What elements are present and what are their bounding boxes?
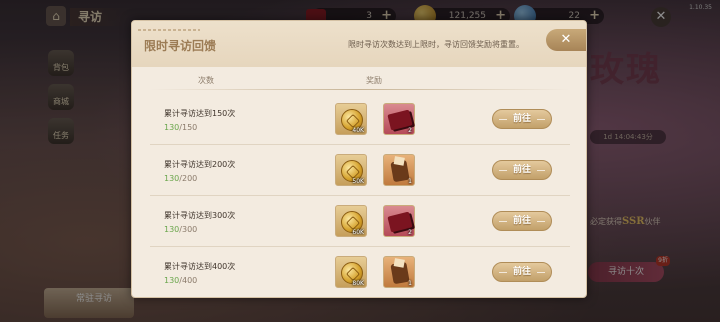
close-icon[interactable]: ✕	[546, 29, 586, 51]
progress-current: 130	[164, 225, 180, 234]
milestone-progress: 130/200	[164, 174, 197, 183]
milestone-label: 累计寻访达到150次	[164, 109, 236, 118]
dialog-hint: 限时寻访次数达到上限时，寻访回馈奖励将重置。	[348, 40, 524, 49]
reward-qty: 80K	[352, 280, 364, 287]
progress-target: /300	[179, 225, 198, 234]
reward-qty: 1	[408, 280, 412, 287]
reward-coin[interactable]: 40K	[335, 103, 367, 135]
progress-current: 130	[164, 123, 180, 132]
go-button[interactable]: 前往	[492, 109, 552, 129]
progress-current: 130	[164, 276, 180, 285]
milestone-progress: 130/300	[164, 225, 197, 234]
reward-qty: 60K	[352, 229, 364, 236]
list-item: 累计寻访达到400次 130/400 80K 1 前往	[150, 248, 570, 297]
reward-coin[interactable]: 80K	[335, 256, 367, 288]
milestone-label: 累计寻访达到300次	[164, 211, 236, 220]
visit-reward-dialog: 限时寻访回馈 限时寻访次数达到上限时，寻访回馈奖励将重置。 ✕ 次数 奖励 累计…	[131, 20, 587, 298]
reward-qty: 1	[408, 178, 412, 185]
go-button[interactable]: 前往	[492, 211, 552, 231]
scroll-pouch-icon	[390, 159, 410, 183]
reward-qty: 2	[408, 127, 412, 134]
progress-target: /200	[179, 174, 198, 183]
reward-coin[interactable]: 50K	[335, 154, 367, 186]
milestone-label: 累计寻访达到200次	[164, 160, 236, 169]
reward-pouch[interactable]: 1	[383, 154, 415, 186]
reward-qty: 2	[408, 229, 412, 236]
reward-qty: 50K	[352, 178, 364, 185]
progress-current: 130	[164, 174, 180, 183]
header-decoration	[138, 29, 200, 31]
header-divider	[150, 89, 570, 90]
milestone-progress: 130/150	[164, 123, 197, 132]
column-header-count: 次数	[198, 76, 214, 85]
list-item: 累计寻访达到150次 130/150 40K 2 前往	[150, 95, 570, 145]
reward-book[interactable]: 2	[383, 103, 415, 135]
dialog-header: 限时寻访回馈 限时寻访次数达到上限时，寻访回馈奖励将重置。 ✕	[132, 21, 586, 67]
reward-book[interactable]: 2	[383, 205, 415, 237]
reward-qty: 40K	[352, 127, 364, 134]
milestone-progress: 130/400	[164, 276, 197, 285]
list-item: 累计寻访达到200次 130/200 50K 1 前往	[150, 146, 570, 196]
reward-coin[interactable]: 60K	[335, 205, 367, 237]
progress-target: /150	[179, 123, 198, 132]
go-button[interactable]: 前往	[492, 160, 552, 180]
column-header-reward: 奖励	[366, 76, 382, 85]
milestone-label: 累计寻访达到400次	[164, 262, 236, 271]
dialog-title: 限时寻访回馈	[144, 39, 217, 53]
progress-target: /400	[179, 276, 198, 285]
scroll-pouch-icon	[390, 261, 410, 285]
reward-pouch[interactable]: 1	[383, 256, 415, 288]
go-button[interactable]: 前往	[492, 262, 552, 282]
list-item: 累计寻访达到300次 130/300 60K 2 前往	[150, 197, 570, 247]
